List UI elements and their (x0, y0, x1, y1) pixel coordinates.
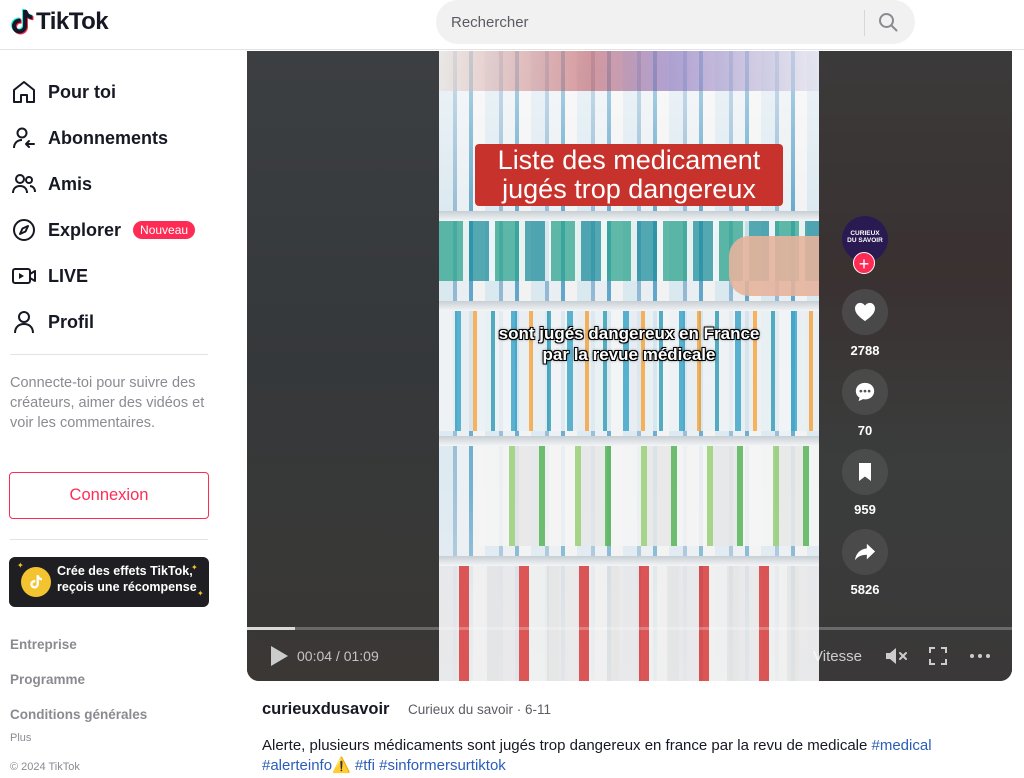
progress-fill (247, 627, 296, 630)
shelf-products (439, 51, 819, 91)
home-icon (10, 78, 38, 106)
sparkle-icon: ✦ (197, 589, 204, 598)
nav-friends[interactable]: Amis (10, 164, 210, 204)
play-button[interactable] (269, 645, 289, 667)
time-display: 00:04 / 01:09 (297, 648, 379, 664)
like-button[interactable] (842, 289, 888, 335)
sidebar-divider (10, 539, 208, 540)
footer-terms-link[interactable]: Conditions générales (10, 707, 147, 722)
friends-icon (10, 170, 38, 198)
play-icon (271, 646, 288, 666)
shelf (439, 556, 819, 566)
hashtag-link[interactable]: #alerteinfo (262, 757, 332, 774)
sidebar-divider (10, 354, 208, 355)
compass-icon (10, 216, 38, 244)
login-prompt: Connecte-toi pour suivre des créateurs, … (10, 375, 205, 431)
description-text: Alerte, plusieurs médicaments sont jugés… (262, 737, 872, 754)
nav-for-you[interactable]: Pour toi (10, 72, 210, 112)
search-icon (879, 13, 898, 32)
search-button[interactable] (872, 8, 904, 36)
comment-button[interactable] (842, 369, 888, 415)
nav-label: Amis (48, 173, 93, 194)
nav-explore[interactable]: Explorer Nouveau (10, 210, 210, 250)
sidebar: Pour toi Abonnements Amis Explorer Nouve… (0, 51, 240, 778)
copyright: © 2024 TikTok (10, 761, 80, 773)
more-dots-icon (970, 654, 990, 658)
save-button[interactable] (842, 449, 888, 495)
search-bar (436, 0, 915, 44)
nav-label: Pour toi (48, 81, 116, 102)
sparkle-icon: ✦ (17, 561, 24, 570)
effects-promo-card[interactable]: Crée des effets TikTok, reçois une récom… (9, 557, 209, 607)
share-button[interactable] (842, 529, 888, 575)
mute-button[interactable] (884, 644, 910, 668)
nav-label: Explorer (48, 219, 122, 240)
hand (729, 236, 819, 296)
share-icon (854, 543, 876, 561)
shelf (439, 211, 819, 221)
footer-company-link[interactable]: Entreprise (10, 637, 77, 652)
fullscreen-icon (929, 647, 947, 665)
nav-following[interactable]: Abonnements (10, 118, 210, 158)
video-caption: sont jugés dangereux en France par la re… (469, 323, 789, 365)
search-divider (864, 10, 865, 36)
top-header: TikTok (0, 0, 1024, 50)
heart-icon (855, 302, 875, 322)
video-title-overlay: Liste des medicament jugés trop dangereu… (475, 144, 783, 206)
footer-more-link[interactable]: Plus (10, 732, 31, 744)
sparkle-icon: ✦ (191, 563, 198, 572)
caption-line: par la revue médicale (542, 345, 716, 364)
warning-emoji: ⚠️ (332, 757, 351, 774)
title-line: Liste des medicament (497, 145, 761, 175)
nav-label: LIVE (48, 265, 89, 286)
search-input[interactable] (451, 0, 861, 44)
progress-bar[interactable] (247, 627, 1012, 630)
hashtag-link[interactable]: #sinformersurtiktok (379, 757, 506, 774)
logo-text: TikTok (36, 8, 109, 35)
live-icon (10, 262, 38, 290)
author-username[interactable]: curieuxdusavoir (262, 700, 389, 719)
fullscreen-button[interactable] (925, 644, 951, 668)
bookmark-icon (859, 463, 871, 481)
post-description: Alerte, plusieurs médicaments sont jugés… (262, 736, 1002, 776)
shelf-products (479, 446, 819, 546)
video-frame: Liste des medicament jugés trop dangereu… (439, 51, 819, 681)
avatar-text: CURIEUX DU SAVOIR (847, 230, 883, 244)
nav-live[interactable]: LIVE (10, 256, 210, 296)
video-controls: 00:04 / 01:09 Vitesse (247, 636, 1012, 676)
title-line: jugés trop dangereux (502, 174, 756, 204)
nav-label: Abonnements (48, 127, 169, 148)
author-meta: Curieux du savoir · 6-11 (408, 702, 552, 717)
comment-count: 70 (857, 423, 873, 438)
hashtag-link[interactable]: #tfi (355, 757, 375, 774)
more-options-button[interactable] (967, 644, 993, 668)
footer-program-link[interactable]: Programme (10, 672, 85, 687)
effects-promo-text: Crée des effets TikTok, reçois une récom… (57, 564, 197, 594)
nav-profile[interactable]: Profil (10, 302, 210, 342)
volume-muted-icon (886, 648, 907, 664)
profile-icon (10, 308, 38, 336)
comment-icon (855, 382, 875, 402)
tiktok-logo[interactable]: TikTok (10, 8, 109, 36)
speed-button[interactable]: Vitesse (813, 648, 862, 665)
like-count: 2788 (850, 343, 880, 358)
hashtag-link[interactable]: #medical (872, 737, 932, 754)
login-button[interactable]: Connexion (9, 472, 209, 519)
follow-button[interactable]: + (853, 252, 875, 274)
shelf (439, 301, 819, 311)
shelf (439, 436, 819, 446)
nav-label: Profil (48, 311, 95, 332)
tiktok-note-icon (11, 9, 34, 35)
new-badge: Nouveau (133, 221, 196, 239)
video-blur-left (247, 51, 439, 681)
following-icon (10, 124, 38, 152)
tiktok-coin-icon (21, 567, 51, 597)
share-count: 5826 (850, 582, 880, 597)
save-count: 959 (854, 502, 876, 517)
video-player[interactable]: Liste des medicament jugés trop dangereu… (247, 51, 1012, 681)
caption-line: sont jugés dangereux en France (498, 324, 760, 343)
